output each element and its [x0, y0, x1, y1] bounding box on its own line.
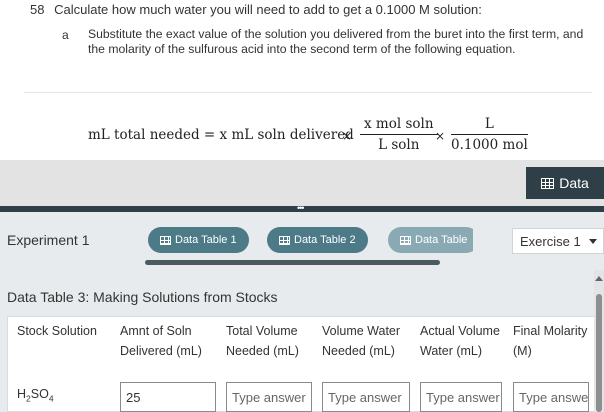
chevron-down-icon	[589, 239, 597, 244]
tab-data-table-2[interactable]: Data Table 2	[267, 227, 368, 253]
toolbar-band	[0, 160, 604, 206]
header-total-volume: Total Volume Needed (mL)	[226, 324, 299, 358]
tab-data-table-3[interactable]: Data Table	[388, 227, 473, 253]
table-icon	[160, 235, 171, 245]
amount-delivered-input[interactable]	[120, 382, 216, 412]
question-text: Calculate how much water you will need t…	[54, 2, 482, 17]
experiment-label: Experiment 1	[7, 232, 90, 248]
total-volume-input[interactable]	[226, 382, 312, 412]
tab-label: Data Table 1	[175, 234, 237, 246]
exercise-select[interactable]: Exercise 1	[512, 228, 604, 254]
actual-volume-water-input[interactable]	[420, 382, 502, 412]
question-line: 58 Calculate how much water you will nee…	[30, 2, 482, 17]
fraction-2: L 0.1000 mol	[451, 116, 528, 153]
subquestion-text: Substitute the exact value of the soluti…	[88, 27, 584, 56]
final-molarity-input[interactable]	[513, 382, 589, 412]
subquestion-letter: a	[62, 28, 69, 42]
header-final-molarity: Final Molarity (M)	[513, 324, 588, 358]
data-table-title: Data Table 3: Making Solutions from Stoc…	[7, 289, 278, 305]
times-symbol: ×	[342, 129, 353, 143]
drag-handle-icon[interactable]: •••	[297, 204, 305, 213]
tab-data-table-1[interactable]: Data Table 1	[148, 227, 249, 253]
question-number: 58	[30, 2, 45, 17]
fraction-1-numerator: x mol soln	[360, 116, 438, 135]
header-stock-solution: Stock Solution	[17, 324, 97, 338]
scroll-up-icon[interactable]	[595, 276, 603, 281]
scrollbar-thumb[interactable]	[596, 294, 602, 412]
tabs-scrollbar[interactable]	[145, 260, 440, 265]
table-icon	[400, 235, 411, 245]
fraction-2-denominator: 0.1000 mol	[451, 137, 528, 153]
tab-label: Data Table 2	[294, 234, 356, 246]
header-amount-delivered: Amnt of Soln Delivered (mL)	[120, 324, 202, 358]
header-actual-volume-water: Actual Volume Water (mL)	[420, 324, 500, 358]
tab-label: Data Table	[415, 234, 468, 246]
table-icon	[541, 177, 555, 189]
data-button-label: Data	[559, 175, 589, 191]
volume-water-needed-input[interactable]	[322, 382, 410, 412]
data-button[interactable]: Data	[526, 167, 604, 199]
divider	[24, 92, 592, 93]
table-icon	[279, 235, 290, 245]
exercise-select-value: Exercise 1	[520, 233, 581, 249]
header-volume-water-needed: Volume Water Needed (mL)	[322, 324, 401, 358]
equation: mL total needed = x mL soln delivered × …	[88, 116, 588, 158]
fraction-1: x mol soln L soln	[360, 116, 438, 153]
question-area: 58 Calculate how much water you will nee…	[0, 0, 604, 160]
fraction-1-denominator: L soln	[378, 137, 420, 153]
data-table: Stock Solution Amnt of Soln Delivered (m…	[7, 316, 594, 412]
stock-solution-cell: H2SO4	[17, 387, 54, 404]
equation-left: mL total needed = x mL soln delivered	[88, 127, 354, 143]
times-symbol: ×	[435, 129, 446, 143]
fraction-2-numerator: L	[451, 116, 528, 135]
